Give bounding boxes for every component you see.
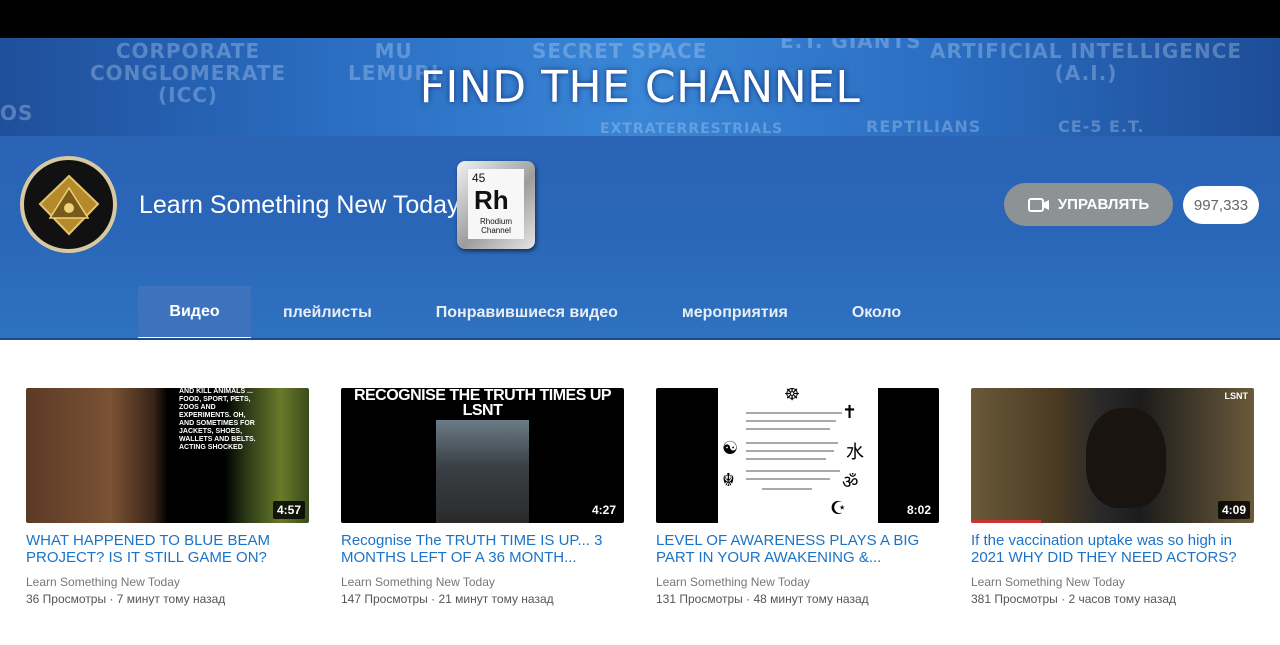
video-channel[interactable]: Learn Something New Today [341,575,624,589]
video-title[interactable]: Recognise The TRUTH TIME IS UP... 3 MONT… [341,532,624,566]
video-title[interactable]: If the vaccination uptake was so high in… [971,532,1254,566]
channel-name: Learn Something New Today [139,191,460,219]
video-title[interactable]: LEVEL OF AWARENESS PLAYS A BIG PART IN Y… [656,532,939,566]
video-duration: 4:27 [587,501,620,519]
video-duration: 8:02 [902,501,935,519]
cross-icon: ✝ [842,402,858,422]
banner-bg-word: E.T. GIANTS [780,38,922,53]
manage-button[interactable]: УПРАВЛЯТЬ [1004,183,1173,226]
tab-liked-videos[interactable]: Понравившиеся видео [404,286,650,340]
video-duration: 4:57 [272,501,305,519]
thumbnail-person [1086,408,1166,508]
video-channel[interactable]: Learn Something New Today [971,575,1254,589]
tab-events[interactable]: мероприятия [650,286,820,340]
triangle-emblem-icon [38,174,99,235]
badge-symbol: Rh [474,185,509,215]
channel-header: Learn Something New Today 45 Rh Rhodium … [0,136,1280,340]
video-meta: 36 Просмотры · 7 минут тому назад [26,592,226,606]
video-channel[interactable]: Learn Something New Today [656,575,939,589]
video-meta: 147 Просмотры · 21 минут тому назад [341,592,554,606]
video-grid: AND KILL ANIMALS ... FOOD, SPORT, PETS, … [26,388,1254,606]
watch-progress-bar [971,520,1041,523]
badge-line-2: Channel [481,226,511,235]
dharma-wheel-icon: ☸ [784,388,801,404]
star-crescent-icon: ☪ [830,498,847,518]
water-kanji-icon: 水 [846,442,864,462]
video-card[interactable]: RECOGNISE THE TRUTH TIMES UP LSNT 4:27 R… [341,388,624,606]
banner-bg-word: SECRET SPACE [532,39,708,63]
om-icon: ॐ [842,472,859,492]
video-thumbnail[interactable]: ✝ ☯ ॐ ☪ ☸ ☬ 水 8:02 [656,388,939,523]
banner-bg-word: REPTILIANS [866,117,982,136]
video-channel[interactable]: Learn Something New Today [26,575,309,589]
badge-line-1: Rhodium [479,217,512,226]
tab-playlists[interactable]: плейлисты [251,286,404,340]
thumbnail-symbols-page: ✝ ☯ ॐ ☪ ☸ ☬ 水 [718,388,878,523]
video-meta: 131 Просмотры · 48 минут тому назад [656,592,869,606]
yin-yang-icon: ☯ [722,438,739,458]
channel-banner: CORPORATE CONGLOMERATE (ICC) MU LEMURI S… [0,38,1280,136]
video-title[interactable]: WHAT HAPPENED TO BLUE BEAM PROJECT? IS I… [26,532,309,566]
video-thumbnail[interactable]: AND KILL ANIMALS ... FOOD, SPORT, PETS, … [26,388,309,523]
video-meta: 381 Просмотры · 2 часов тому назад [971,592,1176,606]
top-black-bar [0,0,1280,38]
thumbnail-text: AND KILL ANIMALS ... FOOD, SPORT, PETS, … [179,388,256,451]
manage-button-label: УПРАВЛЯТЬ [1057,196,1150,213]
subscriber-count: 997,333 [1183,186,1259,224]
video-duration: 4:09 [1217,501,1250,519]
video-thumbnail[interactable]: LSNT 4:09 [971,388,1254,523]
thumbnail-caption: RECOGNISE THE TRUTH TIMES UP LSNT [353,388,612,419]
khanda-icon: ☬ [722,470,735,490]
video-card[interactable]: ✝ ☯ ॐ ☪ ☸ ☬ 水 8:02 LEVEL OF AWARENESS PL… [656,388,939,606]
tab-videos[interactable]: Видео [138,286,251,340]
banner-bg-word: EXTRATERRESTRIALS [600,121,784,136]
channel-avatar[interactable] [20,156,117,253]
video-thumbnail[interactable]: RECOGNISE THE TRUTH TIMES UP LSNT 4:27 [341,388,624,523]
thumbnail-photo [436,420,529,523]
channel-tabs: Видео плейлисты Понравившиеся видео меро… [138,286,933,340]
rhodium-badge: 45 Rh Rhodium Channel [457,161,535,249]
video-card[interactable]: LSNT 4:09 If the vaccination uptake was … [971,388,1254,606]
tab-about[interactable]: Около [820,286,933,340]
video-card[interactable]: AND KILL ANIMALS ... FOOD, SPORT, PETS, … [26,388,309,606]
badge-number: 45 [472,171,486,185]
thumbnail-tag: LSNT [1224,391,1249,401]
banner-bg-word: CE-5 E.T. [1058,117,1145,136]
video-camera-icon [1027,197,1049,212]
banner-headline: FIND THE CHANNEL [419,62,861,113]
